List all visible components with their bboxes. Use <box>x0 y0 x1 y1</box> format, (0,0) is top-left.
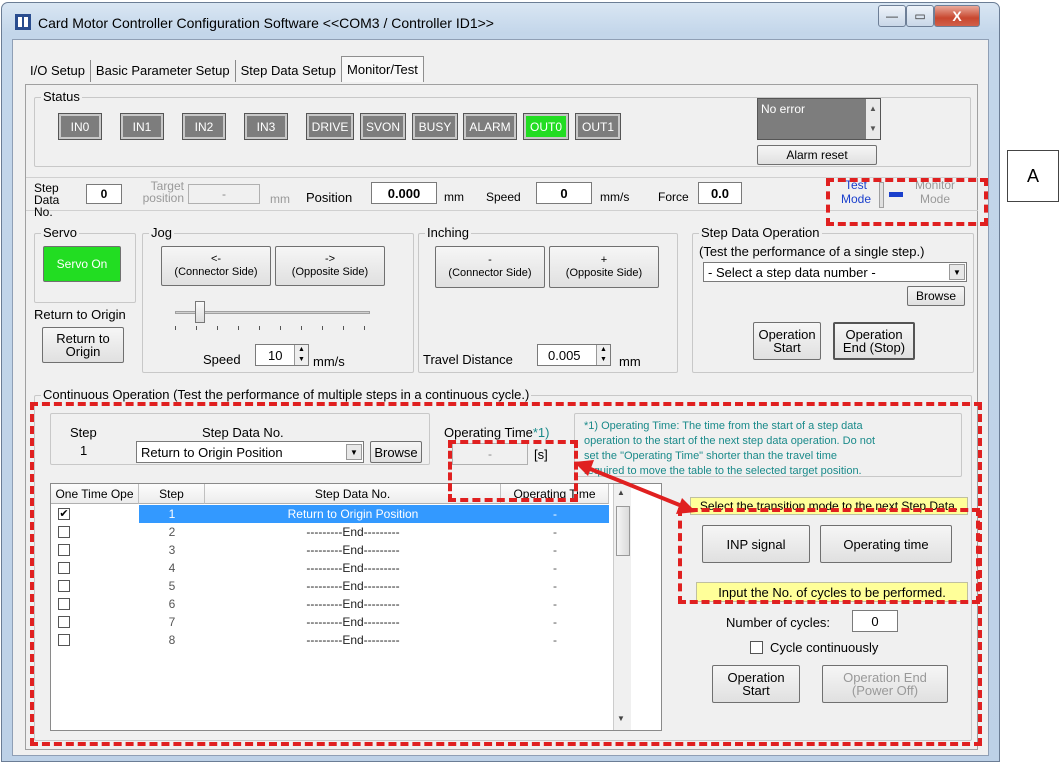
step-data-value: 0 <box>86 184 122 204</box>
alarm-reset-button[interactable]: Alarm reset <box>757 145 877 165</box>
target-position-value: - <box>188 184 260 204</box>
step-op-start-button[interactable]: Operation Start <box>753 322 821 360</box>
status-label: Status <box>41 89 82 104</box>
jog-connector-side-button[interactable]: <- (Connector Side) <box>161 246 271 286</box>
led-busy: BUSY <box>412 113 458 140</box>
speed-unit: mm/s <box>600 190 630 204</box>
position-value: 0.000 <box>371 182 437 204</box>
step-op-end-button[interactable]: Operation End (Stop) <box>833 322 915 360</box>
led-in2: IN2 <box>182 113 226 140</box>
jog-speed-unit: mm/s <box>313 354 345 369</box>
single-step-heading: (Test the performance of a single step.) <box>699 244 925 259</box>
error-message-box: No error ▲ ▼ <box>757 98 881 140</box>
travel-distance-unit: mm <box>619 354 641 369</box>
return-to-origin-button[interactable]: Return to Origin <box>42 327 124 363</box>
jog-right-text: (Opposite Side) <box>291 266 369 278</box>
tab-monitor-test[interactable]: Monitor/Test <box>341 56 424 82</box>
tab-basic-parameter-setup[interactable]: Basic Parameter Setup <box>91 60 236 82</box>
servo-group: Servo Servo On <box>34 225 136 303</box>
inching-minus-text: (Connector Side) <box>448 267 532 279</box>
continuous-operation-label: Continuous Operation (Test the performan… <box>41 387 532 402</box>
app-icon <box>14 13 32 31</box>
jog-speed-slider[interactable] <box>175 301 370 336</box>
mode-switch-highlight <box>826 178 988 226</box>
force-label: Force <box>658 190 689 204</box>
jog-opposite-side-button[interactable]: -> (Opposite Side) <box>275 246 385 286</box>
inching-minus: - <box>488 254 492 266</box>
operating-time-highlight <box>448 440 578 502</box>
inching-connector-side-button[interactable]: - (Connector Side) <box>435 246 545 288</box>
step-data-operation-label: Step Data Operation <box>699 225 822 240</box>
led-drive: DRIVE <box>306 113 354 140</box>
speed-label: Speed <box>486 190 521 204</box>
target-unit: mm <box>270 192 290 206</box>
double-arrow-icon <box>574 460 696 514</box>
jog-label: Jog <box>149 225 174 240</box>
chevron-down-icon[interactable]: ▼ <box>949 264 965 280</box>
step-data-label: Step Data No. <box>34 181 60 219</box>
jog-speed-label: Speed <box>203 352 241 367</box>
jog-left-arrow: <- <box>210 253 222 265</box>
travel-distance-label: Travel Distance <box>423 352 513 367</box>
return-to-origin-label: Return to Origin <box>34 307 126 322</box>
minimize-button[interactable]: — <box>878 5 906 27</box>
led-in3: IN3 <box>244 113 288 140</box>
travel-distance-value: 0.005 <box>548 347 581 363</box>
jog-group: Jog <- (Connector Side) -> (Opposite Sid… <box>142 225 414 373</box>
inching-plus-text: (Opposite Side) <box>565 267 643 279</box>
maximize-button[interactable]: ▭ <box>906 5 934 27</box>
target-position-label: Target position <box>142 179 184 205</box>
travel-distance-input[interactable]: 0.005 ▲ ▼ <box>537 344 611 366</box>
step-data-operation-group: Step Data Operation (Test the performanc… <box>692 225 974 373</box>
step-data-select[interactable]: - Select a step data number - ▼ <box>703 262 967 282</box>
led-svon: SVON <box>360 113 406 140</box>
tab-step-data-setup[interactable]: Step Data Setup <box>236 60 341 82</box>
position-unit: mm <box>444 190 464 204</box>
jog-speed-input[interactable]: 10 ▲ ▼ <box>255 344 309 366</box>
jog-speed-value: 10 <box>268 347 283 363</box>
step-data-select-value: - Select a step data number - <box>708 264 876 280</box>
led-in0: IN0 <box>58 113 102 140</box>
transition-mode-highlight <box>678 508 980 604</box>
led-alarm: ALARM <box>463 113 517 140</box>
jog-speed-spinner[interactable]: ▲ ▼ <box>294 345 308 365</box>
speed-value: 0 <box>536 182 592 204</box>
message-scrollbar[interactable]: ▲ ▼ <box>866 99 880 139</box>
close-button[interactable]: X <box>934 5 980 27</box>
inching-group: Inching - (Connector Side) + (Opposite S… <box>418 225 678 373</box>
position-label: Position <box>306 190 353 205</box>
servo-on-button[interactable]: Servo On <box>43 246 121 282</box>
led-out0: OUT0 <box>523 113 569 140</box>
inching-label: Inching <box>425 225 471 240</box>
servo-label: Servo <box>41 225 79 240</box>
led-in1: IN1 <box>120 113 164 140</box>
status-group: Status IN0 IN1 IN2 IN3 DRIVE SVON BUSY A… <box>34 89 971 167</box>
error-message: No error <box>761 102 806 116</box>
callout-a-box: A <box>1007 150 1059 202</box>
force-value: 0.0 <box>698 182 742 204</box>
jog-right-arrow: -> <box>324 253 336 265</box>
inching-opposite-side-button[interactable]: + (Opposite Side) <box>549 246 659 288</box>
travel-distance-spinner[interactable]: ▲ ▼ <box>596 345 610 365</box>
slider-ticks <box>175 326 370 330</box>
tab-io-setup[interactable]: I/O Setup <box>25 60 91 82</box>
inching-plus: + <box>600 254 608 266</box>
jog-left-text: (Connector Side) <box>174 266 258 278</box>
tab-bar: I/O Setup Basic Parameter Setup Step Dat… <box>25 56 424 82</box>
step-op-browse-button[interactable]: Browse <box>907 286 965 306</box>
led-out1: OUT1 <box>575 113 621 140</box>
slider-thumb[interactable] <box>195 301 205 323</box>
window-title: Card Motor Controller Configuration Soft… <box>38 15 494 31</box>
